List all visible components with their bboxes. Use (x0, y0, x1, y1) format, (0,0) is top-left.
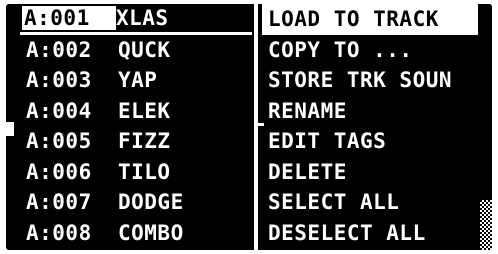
scrollbar-thumb[interactable] (480, 200, 492, 250)
sound-slot: A:002 (26, 37, 92, 62)
sound-name: COMBO (118, 220, 184, 245)
menu-item-delete[interactable]: DELETE (262, 157, 478, 188)
device-screen: A:001 XLAS A:002 QUCK A:003 YAP A:004 EL… (6, 4, 492, 250)
menu-item-rename[interactable]: RENAME (262, 96, 478, 127)
sound-list-item[interactable]: A:003 YAP (20, 65, 252, 96)
sound-list-item[interactable]: A:008 COMBO (20, 218, 252, 249)
sound-list-item[interactable]: A:007 DODGE (20, 187, 252, 218)
menu-item-store-track-sound[interactable]: STORE TRK SOUN (262, 65, 478, 96)
sound-name: YAP (118, 68, 158, 93)
sound-slot: A:006 (26, 159, 92, 184)
sound-list-item[interactable]: A:006 TILO (20, 157, 252, 188)
sound-slot: A:007 (26, 190, 92, 215)
sound-name: XLAS (116, 5, 169, 30)
sound-slot: A:003 (26, 68, 92, 93)
menu-item-deselect-all[interactable]: DESELECT ALL (262, 218, 478, 249)
sound-slot: A:004 (26, 98, 92, 123)
sound-list-item[interactable]: A:002 QUCK (20, 35, 252, 66)
sound-name: FIZZ (118, 129, 171, 154)
sound-name: QUCK (118, 37, 171, 62)
sound-list-item[interactable]: A:004 ELEK (20, 96, 252, 127)
sound-list-item[interactable]: A:005 FIZZ (20, 126, 252, 157)
sound-name: DODGE (118, 190, 184, 215)
sound-slot: A:001 (22, 5, 116, 30)
menu-item-load-to-track[interactable]: LOAD TO TRACK (262, 4, 478, 35)
sound-name: ELEK (118, 98, 171, 123)
menu-item-copy-to[interactable]: COPY TO ... (262, 35, 478, 66)
menu-item-edit-tags[interactable]: EDIT TAGS (262, 126, 478, 157)
list-position-marker (6, 122, 14, 136)
menu-scrollbar[interactable] (480, 4, 492, 250)
context-menu: LOAD TO TRACK COPY TO ... STORE TRK SOUN… (262, 4, 478, 248)
sound-slot: A:008 (26, 220, 92, 245)
menu-item-select-all[interactable]: SELECT ALL (262, 187, 478, 218)
sound-list-item[interactable]: A:001 XLAS (20, 4, 252, 35)
sound-list: A:001 XLAS A:002 QUCK A:003 YAP A:004 EL… (20, 4, 252, 248)
sound-slot: A:005 (26, 129, 92, 154)
sound-name: TILO (118, 159, 171, 184)
